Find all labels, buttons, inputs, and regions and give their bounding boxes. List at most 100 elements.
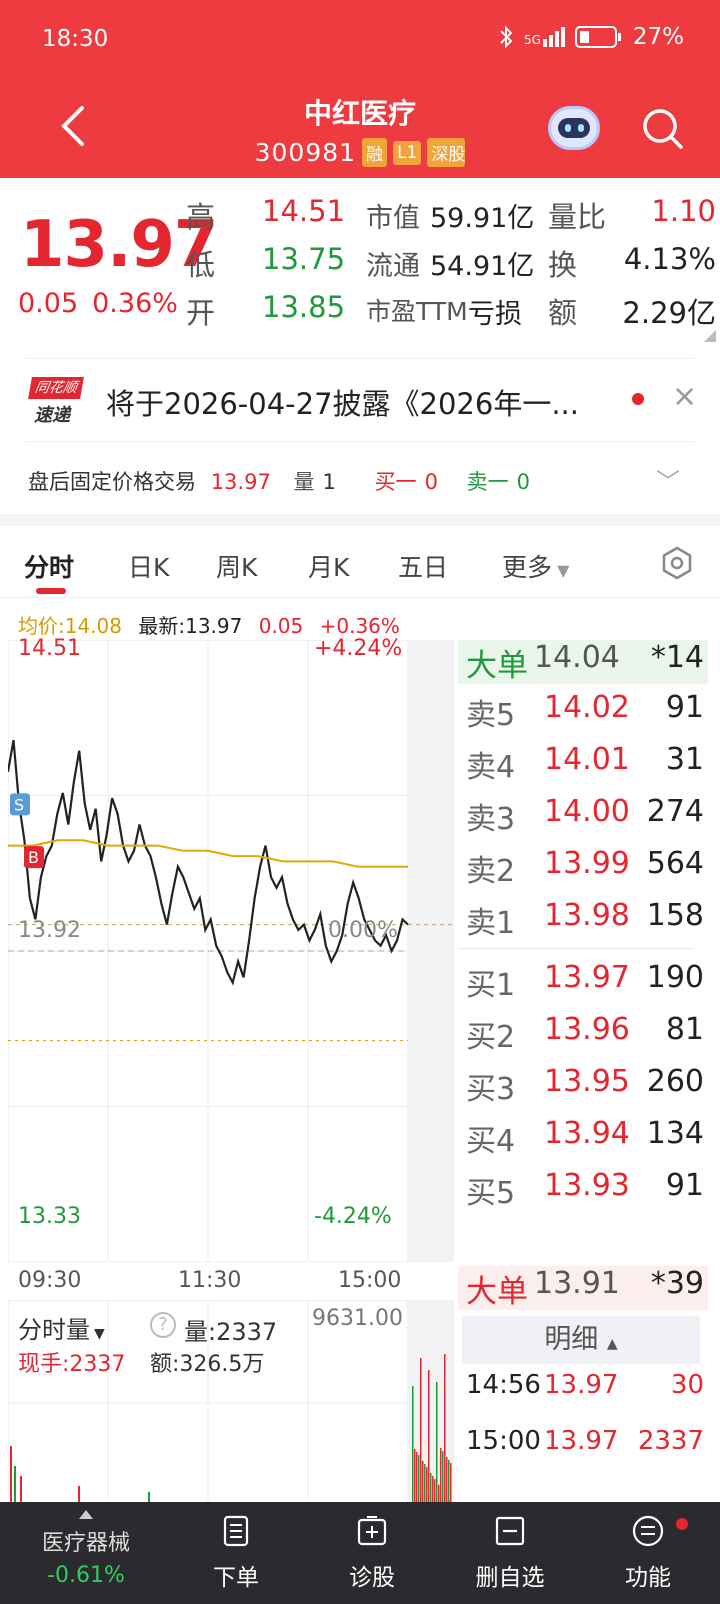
settings-icon[interactable]: [660, 546, 694, 580]
after-hours-price: 13.97: [210, 470, 271, 494]
section-divider: [0, 514, 720, 526]
volume-indicator-selector[interactable]: 分时量 ▼: [18, 1310, 105, 1345]
ask-volume: 564: [646, 846, 704, 881]
y-max-label: 14.51: [18, 636, 81, 661]
tab-more[interactable]: 更多 ▼: [502, 548, 569, 584]
tab-monthly-k[interactable]: 月K: [308, 548, 349, 584]
ask-level: 卖1: [466, 906, 516, 941]
volume-bar: [450, 1463, 452, 1506]
tab-intraday[interactable]: 分时: [24, 548, 74, 584]
ask-price: 14.00: [544, 794, 630, 829]
volume-bar: [416, 1452, 418, 1506]
volume-bar: [426, 1467, 428, 1506]
ref-price-label: 13.92: [18, 918, 81, 943]
volume-selector-label: 分时量: [18, 1316, 90, 1344]
battery-icon: [574, 26, 621, 48]
chevron-down-icon[interactable]: ﹀: [656, 462, 680, 497]
tab-weekly-k[interactable]: 周K: [216, 548, 257, 584]
ask-volume: 91: [665, 690, 704, 725]
functions-label: 功能: [625, 1565, 671, 1591]
float-label: 流通: [366, 251, 420, 282]
tab-five-day[interactable]: 五日: [398, 548, 448, 584]
after-hours-sell1-label: 卖一: [466, 470, 509, 494]
status-time: 18:30: [42, 26, 109, 52]
pe-value: 亏损: [468, 299, 522, 330]
after-hours-vol: 1: [322, 470, 336, 494]
avg-price: 均价:14.08: [18, 614, 122, 638]
menu-circle-icon: [632, 1515, 664, 1547]
volume-value: 量:2337: [184, 1318, 278, 1346]
ask-volume: 158: [646, 898, 704, 933]
remove-watchlist-label: 删自选: [475, 1565, 545, 1591]
chart-info-line: 均价:14.08 最新:13.97 0.05 +0.36%: [18, 610, 410, 639]
current-hand: 现手:2337: [18, 1352, 126, 1377]
bid-price: 13.94: [544, 1116, 630, 1151]
bid-level: 买3: [466, 1072, 516, 1107]
turnover-label: 换: [548, 248, 578, 282]
big-buy-vol: *39: [650, 1266, 704, 1301]
quote-panel: 13.97 0.05 0.36% 高 14.51 低 13.75 开 13.85 …: [0, 178, 720, 350]
bottom-toolbar: 医疗器械 -0.61% 下单 诊股 删自选 功能: [0, 1502, 720, 1604]
bid-row: 买1 13.97 190: [458, 960, 708, 1008]
open-label: 开: [186, 296, 216, 330]
close-icon[interactable]: ×: [672, 379, 697, 414]
sector-indicator[interactable]: 医疗器械 -0.61%: [30, 1510, 142, 1588]
ask-level: 卖5: [466, 698, 516, 733]
ask-row: 卖1 13.98 158: [458, 898, 708, 946]
volume-bar: [422, 1461, 424, 1506]
help-icon[interactable]: ?: [150, 1312, 176, 1338]
news-text[interactable]: 将于2026-04-27披露《2026年一...: [106, 381, 579, 423]
status-icons: 5G 27%: [498, 24, 684, 50]
ask-volume: 31: [665, 742, 704, 777]
volume-bar: [418, 1455, 420, 1506]
volume-bar: [440, 1448, 442, 1506]
detail-toggle-button[interactable]: 明细 ▲: [462, 1316, 700, 1364]
pe-label: 市盈TTM: [366, 297, 468, 326]
big-sell-row: 大单 14.04 *14: [458, 640, 708, 688]
volume-ratio-value: 1.10: [651, 194, 716, 228]
mktcap-label: 市值: [366, 203, 420, 234]
bid-volume: 81: [665, 1012, 704, 1047]
ask-price: 14.01: [544, 742, 630, 777]
big-buy-label: 大单: [466, 1274, 528, 1310]
notification-dot: [676, 1518, 688, 1530]
after-hours-trading[interactable]: 盘后固定价格交易 13.97 量1 买一 0 卖一 0 ﹀: [28, 466, 698, 496]
bid-level: 买1: [466, 968, 516, 1003]
bid-volume: 134: [646, 1116, 704, 1151]
after-hours-shade: [408, 640, 454, 1262]
expand-corner-icon[interactable]: [704, 330, 716, 342]
bid-row: 买5 13.93 91: [458, 1168, 708, 1216]
news-banner[interactable]: 同花顺 速递 将于2026-04-27披露《2026年一... ×: [26, 358, 697, 442]
volume-bar: [10, 1446, 12, 1506]
diagnose-button[interactable]: 诊股: [332, 1514, 412, 1592]
volume-bar: [446, 1457, 448, 1506]
volume-bar: [428, 1370, 430, 1506]
search-icon[interactable]: [642, 108, 684, 150]
bid-level: 买2: [466, 1020, 516, 1055]
bid-row: 买3 13.95 260: [458, 1064, 708, 1112]
info-change-pct: +0.36%: [319, 614, 400, 638]
low-label: 低: [186, 248, 216, 282]
intraday-chart[interactable]: SB 14.51 +4.24% 13.92 0.00% 13.33 -4.24%: [6, 636, 454, 1263]
bid-price: 13.96: [544, 1012, 630, 1047]
remove-watchlist-button[interactable]: 删自选: [462, 1514, 558, 1592]
big-sell-vol: *14: [650, 640, 704, 675]
tab-daily-k[interactable]: 日K: [128, 548, 169, 584]
tick-time: 15:00: [466, 1426, 541, 1456]
pct-max-label: +4.24%: [314, 636, 403, 661]
ask-price: 13.98: [544, 898, 630, 933]
volume-bar: [448, 1460, 450, 1506]
tag-shenzhen-connect: 深股: [427, 138, 466, 167]
amount-value: 2.29亿: [622, 296, 716, 330]
tag-margin: 融: [362, 138, 388, 167]
battery-level: 27%: [632, 24, 684, 50]
volume-ratio-label: 量比: [548, 200, 607, 234]
info-change: 0.05: [258, 614, 304, 638]
news-logo-top: 同花顺: [28, 377, 84, 399]
pct-min-label: -4.24%: [314, 1204, 392, 1229]
ai-robot-icon[interactable]: [548, 106, 600, 150]
network-type: 5G: [523, 33, 541, 47]
order-button[interactable]: 下单: [196, 1514, 276, 1592]
bid-volume: 260: [646, 1064, 704, 1099]
bid-row: 买2 13.96 81: [458, 1012, 708, 1060]
